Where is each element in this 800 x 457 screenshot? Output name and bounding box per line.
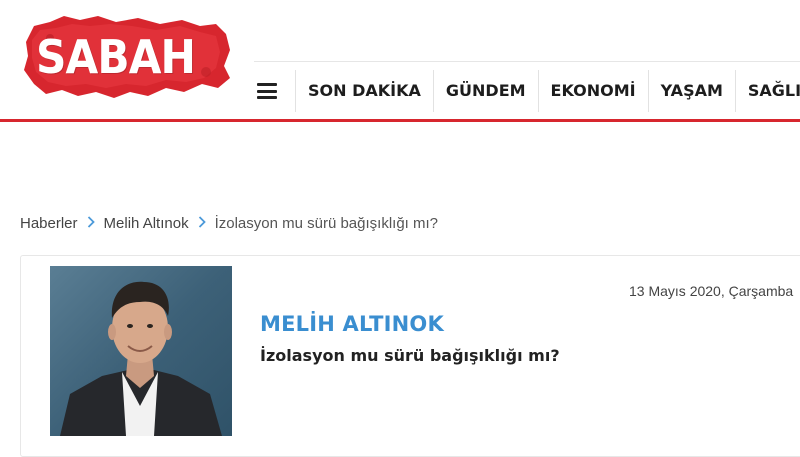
nav-item-ekonomi[interactable]: EKONOMİ: [537, 70, 648, 112]
chevron-right-icon: [198, 215, 206, 232]
nav-item-saglik[interactable]: SAĞLIK: [734, 70, 800, 112]
main-nav: SON DAKİKA GÜNDEM EKONOMİ YAŞAM SAĞLIK: [250, 70, 800, 112]
breadcrumb-author[interactable]: Melih Altınok: [104, 215, 189, 232]
site-header: SABAH SON DAKİKA GÜNDEM EKONOMİ YAŞAM SA…: [0, 0, 800, 122]
nav-item-gundem[interactable]: GÜNDEM: [432, 70, 538, 112]
nav-item-yasam[interactable]: YAŞAM: [647, 70, 735, 112]
hamburger-menu-icon[interactable]: [257, 83, 277, 99]
author-name[interactable]: MELİH ALTINOK: [260, 312, 444, 336]
breadcrumb-current: İzolasyon mu sürü bağışıklığı mı?: [214, 214, 439, 232]
author-photo[interactable]: [50, 266, 232, 436]
article-title[interactable]: İzolasyon mu sürü bağışıklığı mı?: [260, 346, 560, 365]
breadcrumb: Haberler Melih Altınok İzolasyon mu sürü…: [20, 212, 438, 234]
header-accent-line: [0, 119, 800, 122]
nav-item-son-dakika[interactable]: SON DAKİKA: [295, 70, 433, 112]
nav-divider: [254, 61, 800, 62]
logo-text: SABAH: [36, 30, 196, 84]
sabah-logo[interactable]: SABAH: [20, 12, 234, 104]
article-card: 13 Mayıs 2020, Çarşamba MELİH ALTINOK İz…: [20, 255, 800, 457]
article-date: 13 Mayıs 2020, Çarşamba: [629, 283, 794, 299]
breadcrumb-haberler[interactable]: Haberler: [20, 215, 78, 232]
chevron-right-icon: [87, 215, 95, 232]
